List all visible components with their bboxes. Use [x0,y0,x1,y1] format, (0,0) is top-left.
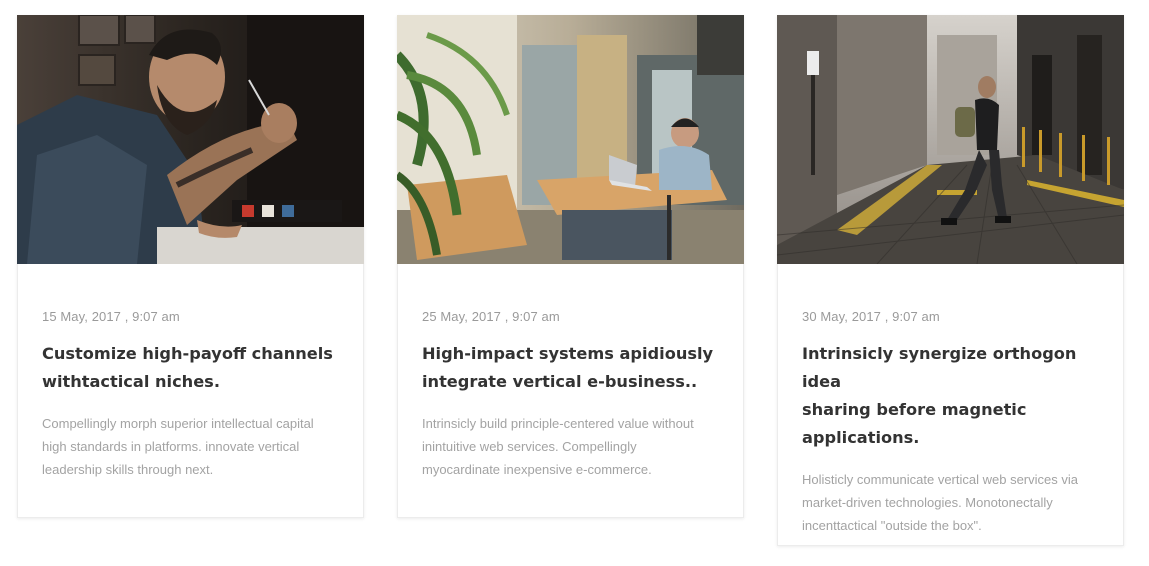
post-image-office-laptop[interactable] [397,15,744,264]
post-excerpt-line: market-driven technologies. Monotonectal… [802,495,1053,510]
post-excerpt-line: incenttactical "outside the box". [802,518,982,533]
post-image-tattooed-man[interactable] [17,15,364,264]
post-date: 15 May, 2017 , 9:07 am [42,309,180,324]
post-title-line: sharing before magnetic [802,400,1027,419]
post-title-line: withtactical niches. [42,372,220,391]
blog-card: 15 May, 2017 , 9:07 am Customize high-pa… [17,15,364,518]
post-excerpt: Intrinsicly build principle-centered val… [422,412,719,481]
post-excerpt-line: Intrinsicly build principle-centered val… [422,416,694,431]
post-title-link[interactable]: Intrinsicly synergize orthogon idea shar… [802,340,1099,452]
post-date: 30 May, 2017 , 9:07 am [802,309,940,324]
post-title-line: integrate vertical e-business.. [422,372,698,391]
post-excerpt-line: inintuitive web services. Compellingly [422,439,637,454]
post-excerpt-line: Compellingly morph superior intellectual… [42,416,314,431]
post-excerpt-line: leadership skills through next. [42,462,214,477]
post-excerpt-line: high standards in platforms. innovate ve… [42,439,300,454]
post-title-line: applications. [802,428,920,447]
post-image-man-walking-alley[interactable] [777,15,1124,264]
post-excerpt: Compellingly morph superior intellectual… [42,412,339,481]
post-title-line: Intrinsicly synergize orthogon idea [802,344,1077,391]
post-title-line: High-impact systems apidiously [422,344,714,363]
blog-cards-section: 15 May, 2017 , 9:07 am Customize high-pa… [0,0,1149,566]
post-title-link[interactable]: High-impact systems apidiously integrate… [422,340,719,396]
post-title-line: Customize high-payoff channels [42,344,333,363]
post-excerpt-line: myocardinate inexpensive e-commerce. [422,462,652,477]
post-excerpt: Holisticly communicate vertical web serv… [802,468,1099,537]
card-body: 25 May, 2017 , 9:07 am High-impact syste… [398,264,743,481]
blog-card: 30 May, 2017 , 9:07 am Intrinsicly syner… [777,15,1124,546]
card-body: 30 May, 2017 , 9:07 am Intrinsicly syner… [778,264,1123,537]
post-excerpt-line: Holisticly communicate vertical web serv… [802,472,1078,487]
post-date: 25 May, 2017 , 9:07 am [422,309,560,324]
card-body: 15 May, 2017 , 9:07 am Customize high-pa… [18,264,363,481]
post-title-link[interactable]: Customize high-payoff channels withtacti… [42,340,339,396]
blog-card: 25 May, 2017 , 9:07 am High-impact syste… [397,15,744,518]
